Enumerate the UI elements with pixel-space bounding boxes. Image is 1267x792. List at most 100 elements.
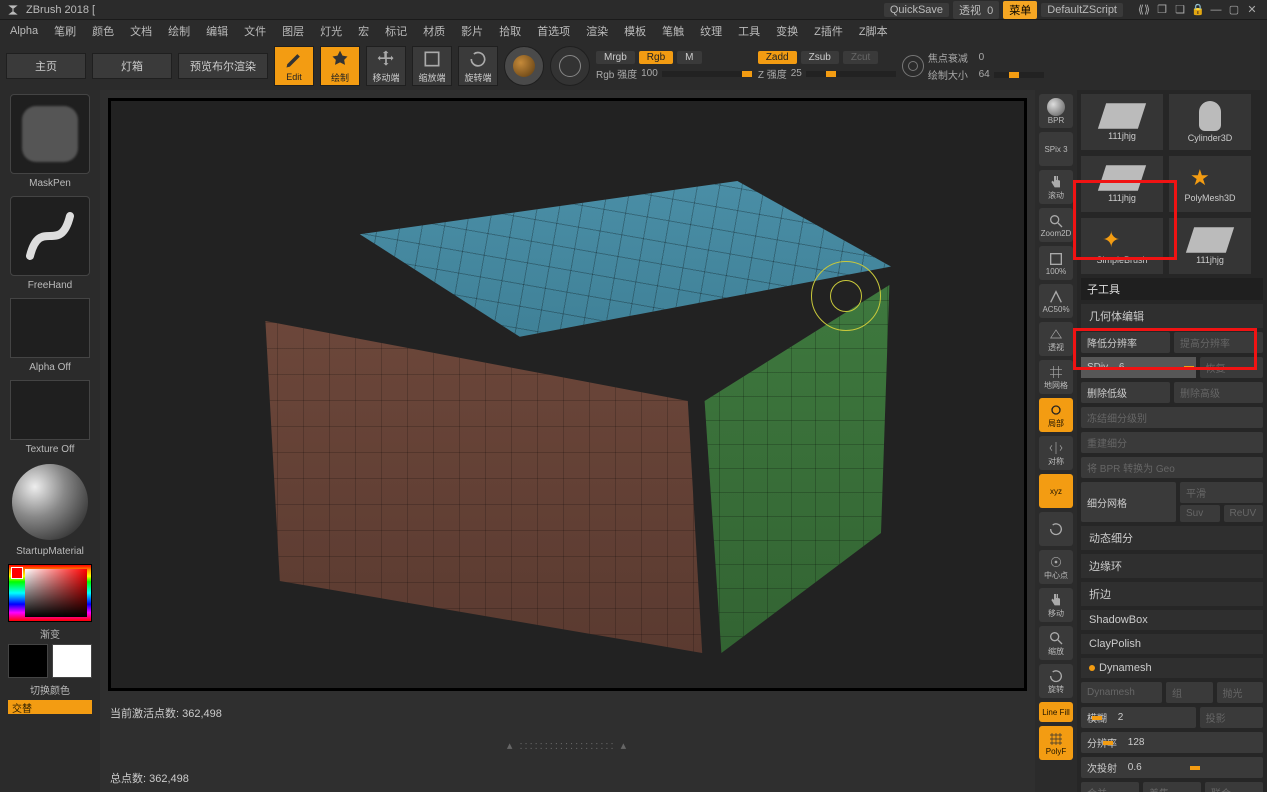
- m-chip[interactable]: M: [677, 51, 701, 64]
- color-picker[interactable]: [8, 564, 92, 622]
- viewport[interactable]: [108, 98, 1027, 691]
- linefill-button[interactable]: Line Fill: [1039, 702, 1073, 722]
- scale-button[interactable]: 缩放端: [412, 46, 452, 86]
- brush-thumb[interactable]: [10, 94, 90, 174]
- main-color-swatch[interactable]: [8, 644, 48, 678]
- menu-color[interactable]: 颜色: [86, 21, 120, 41]
- claypolish-header[interactable]: ClayPolish: [1081, 634, 1263, 654]
- texture-thumb[interactable]: [10, 380, 90, 440]
- rebuild-subdiv-button[interactable]: 重建细分: [1081, 432, 1263, 453]
- polyf-button[interactable]: PolyF: [1039, 726, 1073, 760]
- scroll-button[interactable]: 滚动: [1039, 170, 1073, 204]
- zcut-chip[interactable]: Zcut: [843, 51, 878, 64]
- center-button[interactable]: 中心点: [1039, 550, 1073, 584]
- menu-marker[interactable]: 标记: [379, 21, 413, 41]
- aahalf-button[interactable]: AC50%: [1039, 284, 1073, 318]
- menu-zplugin[interactable]: Z插件: [808, 21, 849, 41]
- menu-file[interactable]: 文件: [238, 21, 272, 41]
- bpr-to-geo-button[interactable]: 将 BPR 转换为 Geo: [1081, 457, 1263, 478]
- polish-button[interactable]: 抛光: [1217, 682, 1264, 703]
- divide-button[interactable]: 细分网格: [1081, 482, 1176, 522]
- menu-edit[interactable]: 编辑: [200, 21, 234, 41]
- menu-render[interactable]: 渲染: [580, 21, 614, 41]
- draw-size-slider[interactable]: [994, 72, 1044, 78]
- tray-icon-2[interactable]: ❐: [1153, 3, 1171, 16]
- preview-bool-button[interactable]: 预览布尔渲染: [178, 53, 268, 79]
- lock-icon[interactable]: 🔒: [1189, 3, 1207, 16]
- subproject-slider[interactable]: 次投射 0.6: [1081, 757, 1263, 778]
- tray-icon[interactable]: ⟪⟫: [1135, 3, 1153, 16]
- xyz-button[interactable]: xyz: [1039, 474, 1073, 508]
- geometry-header[interactable]: 几何体编辑: [1081, 304, 1263, 328]
- menu-zscript[interactable]: Z脚本: [853, 21, 894, 41]
- gizmo-button[interactable]: [504, 46, 544, 86]
- dual-swatch[interactable]: [8, 644, 92, 678]
- tool-thumb-5[interactable]: ✦SimpleBrush: [1081, 218, 1163, 274]
- edgeloop-header[interactable]: 边缘环: [1081, 554, 1263, 578]
- menu-tool[interactable]: 工具: [732, 21, 766, 41]
- tool-thumb-4[interactable]: ★PolyMesh3D: [1169, 156, 1251, 212]
- tray-icon-3[interactable]: ❏: [1171, 3, 1189, 16]
- persp-button[interactable]: 透视: [1039, 322, 1073, 356]
- del-lower-button[interactable]: 删除低级: [1081, 382, 1170, 403]
- default-zscript-button[interactable]: DefaultZScript: [1041, 3, 1123, 17]
- menu-draw[interactable]: 绘制: [162, 21, 196, 41]
- floor-button[interactable]: 地网格: [1039, 360, 1073, 394]
- blur-slider[interactable]: 模糊 2: [1081, 707, 1196, 728]
- rgb-intensity-slider[interactable]: [662, 71, 752, 77]
- dynamic-subdiv-header[interactable]: 动态细分: [1081, 526, 1263, 550]
- gradient-label[interactable]: 渐变: [40, 626, 60, 640]
- sub-button[interactable]: 差集: [1143, 782, 1201, 792]
- merge-button[interactable]: 合并: [1081, 782, 1139, 792]
- crease-header[interactable]: 折边: [1081, 582, 1263, 606]
- drag-handle-icon[interactable]: ▴ ::::::::::::::::::: ▴: [507, 739, 628, 752]
- union-button[interactable]: 联合: [1205, 782, 1263, 792]
- mrgb-chip[interactable]: Mrgb: [596, 51, 635, 64]
- menu-document[interactable]: 文档: [124, 21, 158, 41]
- swap-color-label[interactable]: 切换颜色: [30, 682, 70, 696]
- zadd-chip[interactable]: Zadd: [758, 51, 797, 64]
- edit-button[interactable]: Edit: [274, 46, 314, 86]
- alpha-thumb[interactable]: [10, 298, 90, 358]
- close-icon[interactable]: ✕: [1243, 3, 1261, 16]
- rotate-view-button[interactable]: 旋转: [1039, 664, 1073, 698]
- suv-button[interactable]: Suv: [1180, 505, 1220, 522]
- menu-movie[interactable]: 影片: [455, 21, 489, 41]
- maximize-icon[interactable]: ▢: [1225, 3, 1243, 16]
- sdiv-slider[interactable]: SDiv 6: [1081, 357, 1196, 378]
- menu-macro[interactable]: 宏: [352, 21, 375, 41]
- home-button[interactable]: 主页: [6, 53, 86, 79]
- sphere-button[interactable]: [550, 46, 590, 86]
- del-higher-button[interactable]: 删除高级: [1174, 382, 1263, 403]
- dynamesh-button[interactable]: Dynamesh: [1081, 682, 1162, 703]
- restore-button[interactable]: 恢复: [1200, 357, 1263, 378]
- lower-res-button[interactable]: 降低分辨率: [1081, 332, 1170, 353]
- perspective-slider[interactable]: 透视 0: [953, 1, 999, 19]
- zoom2d-button[interactable]: Zoom2D: [1039, 208, 1073, 242]
- tool-thumb-6[interactable]: 111jhjg: [1169, 218, 1251, 274]
- menu-transform[interactable]: 变换: [770, 21, 804, 41]
- local-button[interactable]: 局部: [1039, 398, 1073, 432]
- freeze-subdiv-button[interactable]: 冻结细分级别: [1081, 407, 1263, 428]
- quicksave-button[interactable]: QuickSave: [884, 3, 949, 17]
- menu-brush[interactable]: 笔刷: [48, 21, 82, 41]
- move-button[interactable]: 移动端: [366, 46, 406, 86]
- menu-picker[interactable]: 拾取: [493, 21, 527, 41]
- menu-alpha[interactable]: Alpha: [4, 23, 44, 39]
- tool-thumb-1[interactable]: 111jhjg: [1081, 94, 1163, 150]
- lightbox-button[interactable]: 灯箱: [92, 53, 172, 79]
- zsub-chip[interactable]: Zsub: [801, 51, 839, 64]
- material-thumb[interactable]: [10, 462, 90, 542]
- menu-preferences[interactable]: 首选项: [531, 21, 576, 41]
- secondary-color-swatch[interactable]: [52, 644, 92, 678]
- menu-stroke[interactable]: 笔触: [656, 21, 690, 41]
- smooth-button[interactable]: 平滑: [1180, 482, 1263, 503]
- subtool-header[interactable]: 子工具: [1081, 278, 1263, 300]
- spix-button[interactable]: SPix 3: [1039, 132, 1073, 166]
- menu-texture[interactable]: 纹理: [694, 21, 728, 41]
- dynamesh-header[interactable]: Dynamesh: [1081, 658, 1263, 678]
- move-view-button[interactable]: 移动: [1039, 588, 1073, 622]
- menu-button[interactable]: 菜单: [1003, 1, 1037, 19]
- bpr-button[interactable]: BPR: [1039, 94, 1073, 128]
- project-button[interactable]: 投影: [1200, 707, 1263, 728]
